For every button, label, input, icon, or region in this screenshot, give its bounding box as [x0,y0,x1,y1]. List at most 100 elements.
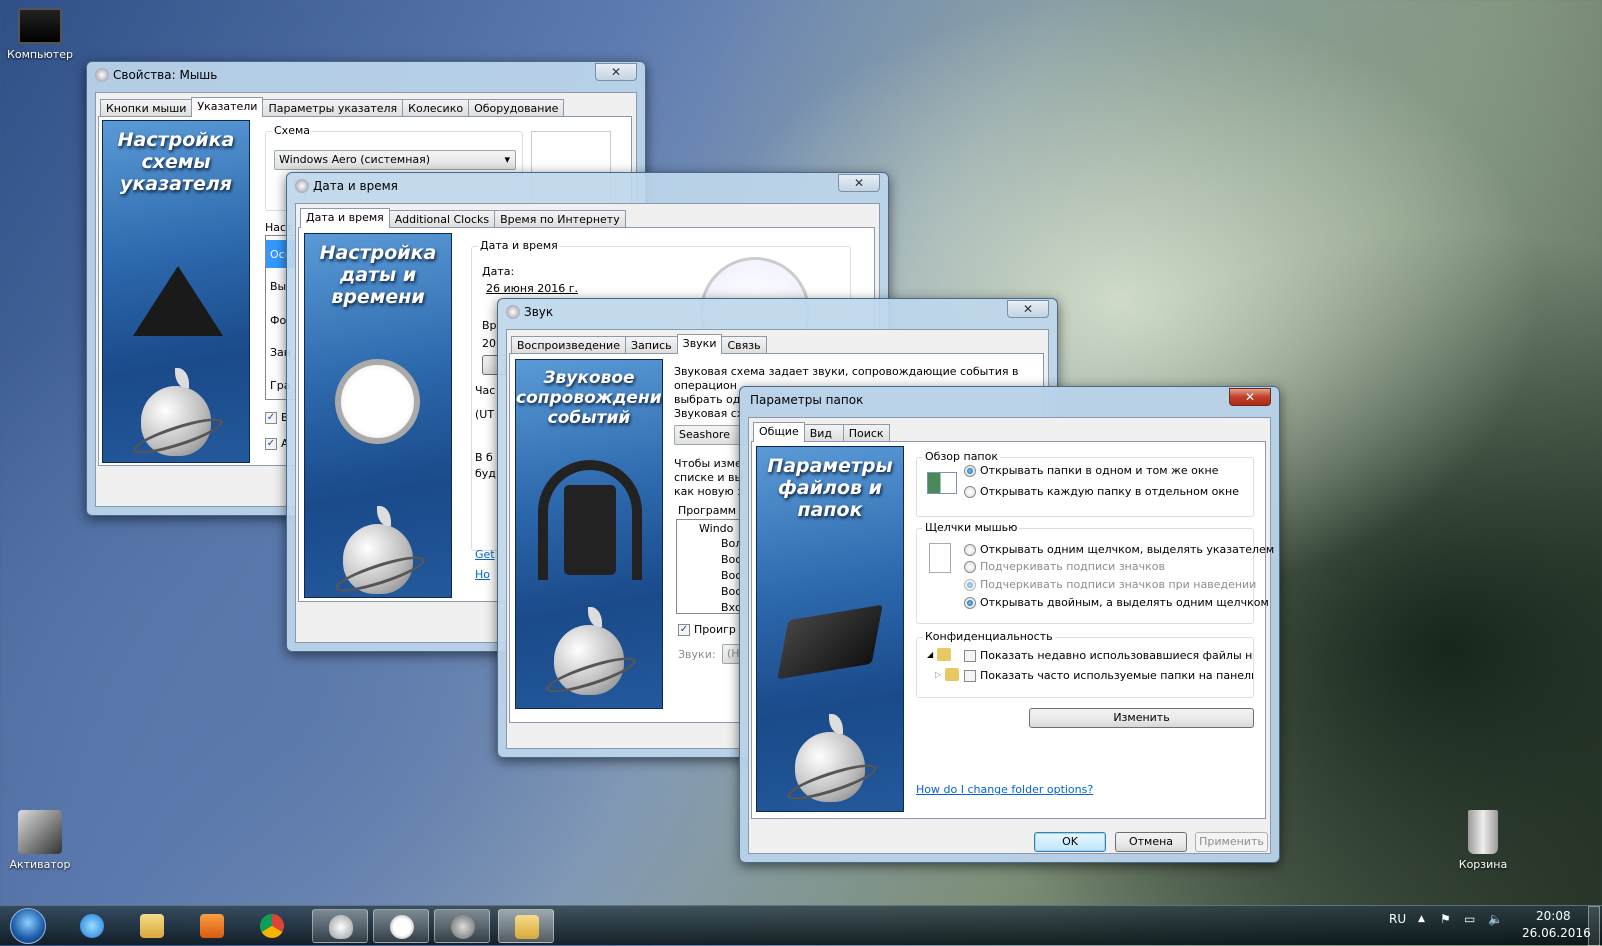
tab-recording[interactable]: Запись [624,336,678,354]
description-text: выбрать од [674,393,741,406]
tab-view[interactable]: Вид [803,424,844,442]
taskbar-mouse-properties[interactable] [312,909,368,943]
help-link[interactable]: How do I change folder options? [916,783,1093,796]
play-startup-checkbox[interactable]: ✓ Проигр [678,623,736,636]
ok-button[interactable]: OK [1034,832,1106,852]
shadow-checkbox[interactable]: ✓ В [265,411,289,424]
folder-icon [945,668,959,681]
help-link[interactable]: Get [475,548,495,561]
radio-new-window[interactable]: Открывать каждую папку в отдельном окне [964,485,1239,498]
instruction-text: как новую з [674,485,744,498]
taskbar-explorer[interactable] [124,909,180,943]
dst-text: буд [475,467,496,480]
tab-search[interactable]: Поиск [842,424,890,442]
taskbar: RU ▲ ⚑ ▭ 🔈 20:08 26.06.2016 [0,905,1602,946]
frequent-folders-checkbox[interactable]: Показать часто используемые папки на пан… [964,669,1253,682]
taskbar-media-player[interactable] [184,909,240,943]
taskbar-chrome[interactable] [244,909,300,943]
internet-explorer-icon [80,914,104,938]
tab-general[interactable]: Общие [753,422,805,442]
monitor-icon [18,8,62,44]
start-button[interactable] [10,908,46,944]
speaker-icon [451,915,475,939]
dst-text: В б [475,451,493,464]
banner-image: Настройка схемы указателя [102,120,250,463]
radio-single-click[interactable]: Открывать одним щелчком, выделять указат… [964,543,1274,556]
desktop-icon-label: Активатор [9,858,71,871]
tab-playback[interactable]: Воспроизведение [511,336,626,354]
banner-title: Звуковое сопровождение событий [516,368,663,428]
folder-options-window: Параметры папок ✕ Общие Вид Поиск Параме… [739,386,1280,863]
volume-icon[interactable]: 🔈 [1488,912,1503,926]
apple-logo-icon [795,714,865,802]
apple-logo-icon [343,506,413,594]
banner-title: Настройка схемы указателя [117,129,235,195]
list-item[interactable]: Windo [699,522,733,535]
desktop-icon-activator[interactable]: Активатор [0,810,80,871]
desktop-icon-label: Компьютер [7,48,73,61]
close-button[interactable]: ✕ [838,174,880,192]
radio-same-window[interactable]: Открывать папки в одном и том же окне [964,464,1219,477]
tab-additional-clocks[interactable]: Additional Clocks [388,210,496,228]
privacy-group: Конфиденциальность ◢ Показать недавно ис… [916,630,1254,698]
description-text: операцион [674,379,737,392]
collapse-arrow-icon[interactable]: ▷ [935,670,941,679]
tab-pointer-options[interactable]: Параметры указателя [262,99,404,117]
radio-double-click[interactable]: Открывать двойным, а выделять одним щелч… [964,596,1269,609]
tab-internet-time[interactable]: Время по Интернету [494,210,626,228]
desktop-icon-recycle-bin[interactable]: Корзина [1443,810,1523,871]
browse-folders-group: Обзор папок Открывать папки в одном и то… [916,450,1254,517]
tab-mouse-buttons[interactable]: Кнопки мыши [100,99,193,117]
group-label: Обзор папок [923,450,1000,463]
help-link[interactable]: Ho [475,568,490,581]
radio-underline-always[interactable]: Подчеркивать подписи значков [964,560,1165,573]
close-button[interactable]: ✕ [1229,388,1271,406]
close-button[interactable]: ✕ [595,63,637,81]
show-desktop-button[interactable] [1588,906,1600,946]
clock-time[interactable]: 20:08 [1536,909,1571,923]
tab-hardware[interactable]: Оборудование [468,99,565,117]
action-center-flag-icon[interactable]: ⚑ [1440,912,1451,926]
instruction-text: списке и вы [674,471,744,484]
close-button[interactable]: ✕ [1007,300,1049,318]
cancel-button[interactable]: Отмена [1115,832,1187,852]
change-button[interactable]: Изменить [1029,708,1254,728]
taskbar-internet-explorer[interactable] [64,909,120,943]
click-cursor-icon [929,543,951,573]
tab-pointers[interactable]: Указатели [191,97,264,117]
recent-files-checkbox[interactable]: Показать недавно использовавшиеся файлы … [964,649,1253,662]
expand-arrow-icon[interactable]: ◢ [927,650,933,659]
tab-communications[interactable]: Связь [721,336,767,354]
tab-sounds[interactable]: Звуки [676,334,723,354]
media-player-icon [564,485,616,575]
taskbar-sound[interactable] [434,909,490,943]
tab-date-time[interactable]: Дата и время [300,208,390,228]
scheme-label: Схема [272,124,312,137]
window-title: Свойства: Мышь [113,68,218,82]
sounds-label: Звуки: [678,648,716,661]
taskbar-date-time[interactable] [373,909,429,943]
radio-underline-hover[interactable]: Подчеркивать подписи значков при наведен… [964,578,1256,591]
theme-checkbox[interactable]: ✓ А [265,437,289,450]
activator-icon [18,810,62,854]
window-layout-icon [927,472,957,494]
group-label: Дата и время [478,239,560,252]
alarm-clock-icon [335,359,420,444]
network-icon[interactable]: ▭ [1464,912,1475,926]
apply-button[interactable]: Применить [1195,832,1268,852]
desktop-icon-computer[interactable]: Компьютер [0,8,80,61]
list-item[interactable]: Вы [270,280,286,293]
tab-wheel[interactable]: Колесико [402,99,470,117]
list-item[interactable]: Фо [270,314,286,327]
folder-laser-icon [777,604,883,680]
time-label: Вр [482,319,497,332]
time-value: 20 [482,337,496,350]
date-value: 26 июня 2016 г. [486,282,578,295]
banner-image: Параметры файлов и папок [756,446,904,812]
clock-date[interactable]: 26.06.2016 [1522,926,1591,940]
scheme-dropdown[interactable]: Windows Aero (системная) ▾ [274,150,516,170]
language-indicator[interactable]: RU [1389,912,1406,926]
show-hidden-icons-arrow-icon[interactable]: ▲ [1418,914,1425,924]
description-text: Звуковая схема задает звуки, сопровождаю… [674,365,1019,378]
taskbar-folder-options[interactable] [498,909,554,943]
